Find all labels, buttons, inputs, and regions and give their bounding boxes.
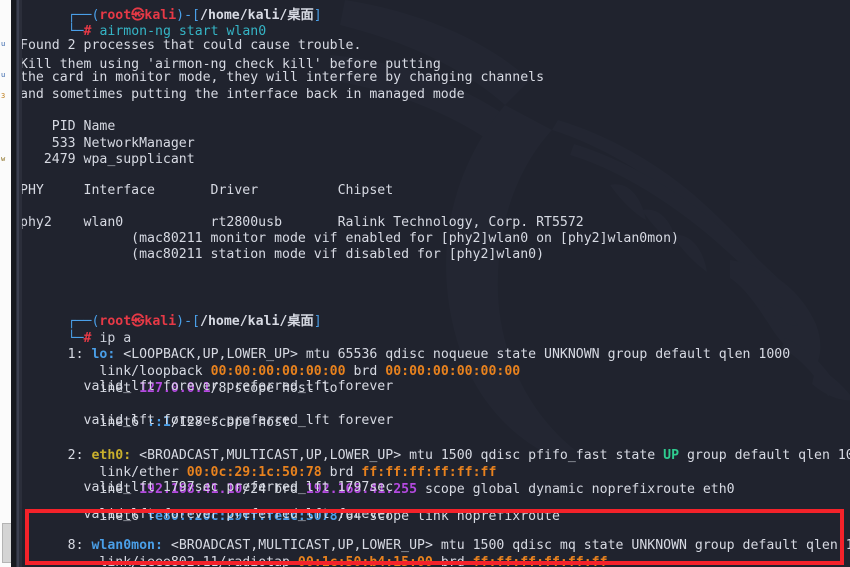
window-border-divider — [11, 0, 16, 567]
prompt-bracket-close: ] — [313, 8, 322, 24]
terminal-left-gutter — [16, 0, 22, 567]
phy-note-station-disabled: (mac80211 station mode vif disabled for … — [20, 247, 545, 262]
phy-table-header: PHY Interface Driver Chipset — [20, 183, 394, 198]
process-table-row-wpasupplicant: 2479 wpa_supplicant — [20, 152, 195, 167]
airmon-warn-line-4: and sometimes putting the interface back… — [20, 87, 465, 102]
iface-wlan0mon-brd-label: brd — [432, 555, 473, 567]
sliver-line-0: u — [1, 40, 6, 48]
sliver-line-2: 3 — [1, 92, 6, 100]
sliver-line-1: u — [1, 71, 6, 79]
terminal-output-area[interactable]: ┌──(root㉿kali)-[/home/kali/桌面] └─# airmo… — [0, 0, 850, 567]
iface-wlan0mon-mac: 00:1c:50:b4:15:00 — [297, 555, 433, 567]
airmon-warn-line-1: Found 2 processes that could cause troub… — [20, 38, 362, 53]
background-window-sliver[interactable]: u u 3 w — [0, 0, 12, 567]
terminal-window[interactable]: ┌──(root㉿kali)-[/home/kali/桌面] └─# airmo… — [0, 0, 850, 567]
iface-wlan0mon-link: link/ieee802.11/radiotap 00:1c:50:b4:15:… — [20, 534, 608, 567]
iface-lo-brd-mac: 00:00:00:00:00:00 — [385, 364, 521, 380]
iface-wlan0mon-brd-mac: ff:ff:ff:ff:ff:ff — [472, 555, 608, 567]
iface-wlan0mon-link-label: link/ieee802.11/radiotap — [67, 555, 298, 567]
sliver-line-4: w — [1, 155, 6, 163]
